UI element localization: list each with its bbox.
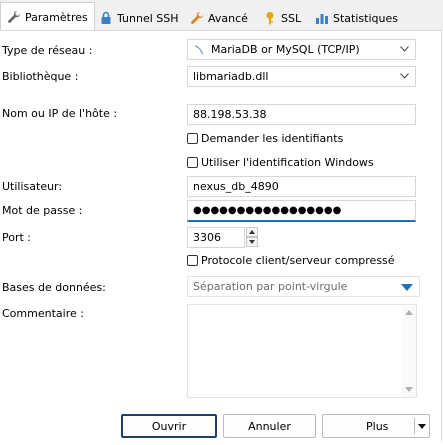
more-dropdown-icon[interactable]: [418, 424, 426, 429]
network-type-value: MariaDB or MySQL (TCP/IP): [211, 43, 360, 56]
password-label: Mot de passe :: [2, 204, 83, 217]
databases-combobox[interactable]: Séparation par point-virgule: [187, 276, 420, 297]
library-select[interactable]: libmariadb.dll: [187, 66, 416, 87]
comment-label: Commentaire :: [2, 307, 84, 320]
comment-scrollbar[interactable]: [402, 305, 416, 397]
port-value: 3306: [193, 231, 221, 244]
cancel-button-label: Annuler: [248, 419, 291, 433]
more-button[interactable]: Plus: [322, 414, 430, 438]
split-divider: [414, 418, 415, 434]
windows-auth-checkbox[interactable]: Utiliser l'identification Windows: [187, 153, 374, 171]
open-button-label: Ouvrir: [151, 419, 187, 433]
arrow-up-icon: [249, 230, 255, 234]
host-label: Nom ou IP de l'hôte :: [2, 107, 118, 120]
library-value: libmariadb.dll: [193, 70, 269, 83]
open-button[interactable]: Ouvrir: [121, 414, 217, 438]
tab-ssl[interactable]: SSL: [256, 4, 308, 31]
tab-parametres[interactable]: Paramètres: [0, 2, 95, 31]
user-label: Utilisateur:: [2, 180, 63, 193]
password-input[interactable]: ●●●●●●●●●●●●●●●●●: [187, 200, 416, 222]
ask-credentials-label: Demander les identifiants: [201, 131, 344, 145]
ask-credentials-checkbox[interactable]: Demander les identifiants: [187, 129, 343, 147]
tab-bar: Paramètres Tunnel SSH Avancé SSL Statist…: [0, 0, 443, 31]
tab-label: Tunnel SSH: [117, 11, 179, 25]
port-increment-button[interactable]: [246, 227, 258, 237]
lock-icon: [101, 11, 111, 24]
arrow-down-icon: [249, 240, 255, 244]
scroll-up-icon[interactable]: [405, 310, 413, 315]
port-decrement-button[interactable]: [246, 237, 258, 247]
cancel-button[interactable]: Annuler: [223, 414, 316, 438]
user-value: nexus_db_4890: [193, 180, 279, 193]
host-input[interactable]: 88.198.53.38: [187, 104, 416, 125]
more-button-label: Plus: [366, 419, 389, 433]
tab-label: Statistiques: [333, 11, 398, 25]
compressed-label: Protocole client/serveur compressé: [201, 253, 395, 267]
port-label: Port :: [2, 231, 32, 244]
host-value: 88.198.53.38: [193, 108, 267, 121]
chevron-down-icon: [400, 73, 409, 79]
tab-avance[interactable]: Avancé: [183, 4, 255, 31]
comment-textarea[interactable]: [187, 304, 417, 398]
port-input[interactable]: 3306: [187, 227, 245, 248]
tab-tunnel-ssh[interactable]: Tunnel SSH: [92, 4, 186, 31]
password-value: ●●●●●●●●●●●●●●●●●: [193, 205, 342, 216]
compressed-protocol-checkbox[interactable]: Protocole client/serveur compressé: [187, 251, 395, 269]
checkbox-box[interactable]: [187, 156, 198, 168]
tab-label: SSL: [281, 11, 302, 25]
tab-statistiques[interactable]: Statistiques: [308, 4, 405, 31]
checkbox-box[interactable]: [187, 132, 198, 144]
library-label: Bibliothèque :: [2, 70, 79, 83]
key-icon: [266, 12, 274, 25]
tab-label: Avancé: [208, 11, 248, 25]
user-input[interactable]: nexus_db_4890: [187, 176, 416, 197]
tab-label: Paramètres: [25, 10, 88, 24]
databases-label: Bases de données:: [2, 281, 106, 294]
network-type-select[interactable]: MariaDB or MySQL (TCP/IP): [187, 39, 416, 60]
checkbox-box[interactable]: [187, 254, 198, 266]
chevron-down-icon: [400, 46, 409, 52]
network-type-label: Type de réseau :: [2, 44, 93, 57]
bar-chart-icon: [316, 14, 328, 24]
wrench-icon: [8, 10, 21, 23]
wrench-icon: [191, 11, 204, 24]
databases-placeholder: Séparation par point-virgule: [193, 280, 348, 293]
scroll-down-icon[interactable]: [405, 387, 413, 392]
dropdown-arrow-icon[interactable]: [401, 284, 413, 291]
dolphin-icon: [194, 44, 204, 54]
windows-auth-label: Utiliser l'identification Windows: [201, 155, 374, 169]
